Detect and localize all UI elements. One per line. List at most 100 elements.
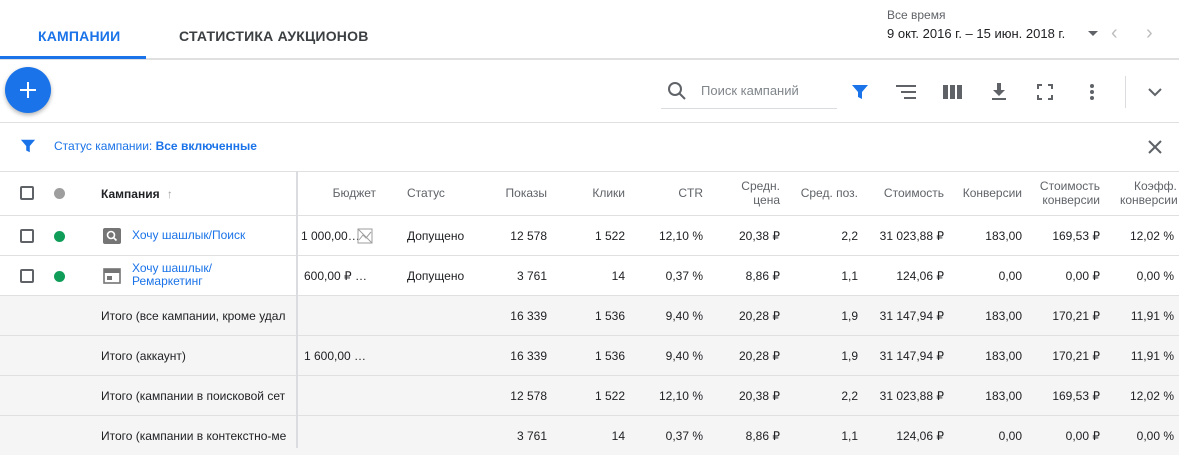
avg-cpc-value: 20,28 ₽ bbox=[739, 349, 780, 363]
ctr-value: 9,40 % bbox=[665, 349, 703, 363]
header-cost-conv-line1: Стоимость bbox=[1039, 179, 1100, 193]
cost-value: 124,06 ₽ bbox=[896, 269, 944, 283]
filter-chip[interactable]: Статус кампании: Все включенные bbox=[54, 139, 257, 153]
cost-per-conversion-value: 169,53 ₽ bbox=[1052, 229, 1100, 243]
tab-campaigns[interactable]: КАМПАНИИ bbox=[38, 28, 120, 44]
conversion-rate-value: 11,91 % bbox=[1130, 309, 1174, 323]
avg-cpc-value: 20,28 ₽ bbox=[739, 309, 780, 323]
avg-pos-value: 2,2 bbox=[841, 229, 858, 243]
fullscreen-icon[interactable] bbox=[1033, 80, 1057, 104]
clicks-value: 1 536 bbox=[594, 349, 625, 363]
impressions-value: 3 761 bbox=[516, 269, 547, 283]
cost-value: 124,06 ₽ bbox=[896, 429, 944, 443]
status-header-dot bbox=[54, 188, 65, 199]
header-cost[interactable]: Стоимость bbox=[884, 186, 944, 200]
table-header-row: Кампания ↑ Бюджет Статус Показы Клики CT… bbox=[0, 171, 1179, 216]
clicks-value: 1 522 bbox=[594, 229, 625, 243]
header-impressions[interactable]: Показы bbox=[506, 186, 547, 200]
header-conv-rate-line1: Коэфф. bbox=[1134, 179, 1177, 193]
date-range-dropdown-icon[interactable] bbox=[1088, 31, 1098, 36]
next-period-icon[interactable]: › bbox=[1146, 22, 1153, 45]
totals-row: Итого (кампании в поисковой сет 12 578 1… bbox=[0, 376, 1179, 416]
table-row[interactable]: Хочу шашлык/Поиск 1 000,00… Допущено 12 … bbox=[0, 216, 1179, 256]
totals-label: Итого (аккаунт) bbox=[101, 349, 186, 363]
avg-cpc-value: 20,38 ₽ bbox=[739, 389, 780, 403]
clicks-value: 1 522 bbox=[594, 389, 625, 403]
status-value: Допущено bbox=[407, 229, 465, 243]
campaign-name-link[interactable]: Хочу шашлык/Поиск bbox=[132, 229, 245, 242]
conversions-value: 183,00 bbox=[985, 229, 1022, 243]
avg-cpc-value: 8,86 ₽ bbox=[745, 269, 780, 283]
chevron-down-icon[interactable] bbox=[1143, 80, 1167, 104]
ctr-value: 12,10 % bbox=[658, 389, 703, 403]
row-checkbox[interactable] bbox=[20, 229, 34, 243]
header-avg-cpc[interactable]: Средн. цена bbox=[741, 179, 780, 207]
totals-row: Итого (аккаунт) 1 600,00 … 16 339 1 536 … bbox=[0, 336, 1179, 376]
search-box bbox=[661, 74, 837, 109]
budget-value[interactable]: 1 000,00… bbox=[301, 229, 360, 243]
close-icon[interactable] bbox=[1148, 140, 1162, 154]
active-tab-indicator bbox=[0, 56, 146, 59]
header-cost-conv-line2: конверсии bbox=[1042, 193, 1100, 207]
filter-value: Все включенные bbox=[155, 139, 257, 153]
clicks-value: 14 bbox=[611, 429, 625, 443]
sort-arrow-icon: ↑ bbox=[166, 187, 173, 201]
cost-value: 31 023,88 ₽ bbox=[879, 389, 944, 403]
status-enabled-dot[interactable] bbox=[54, 271, 65, 282]
search-campaign-icon bbox=[103, 228, 121, 244]
search-input[interactable] bbox=[699, 82, 837, 99]
status-enabled-dot[interactable] bbox=[54, 231, 65, 242]
cost-per-conversion-value: 170,21 ₽ bbox=[1052, 349, 1100, 363]
ctr-value: 0,37 % bbox=[665, 429, 703, 443]
conversions-value: 0,00 bbox=[998, 429, 1022, 443]
campaign-name-line2: Ремаркетинг bbox=[132, 274, 203, 288]
conversion-rate-value: 12,02 % bbox=[1129, 389, 1174, 403]
header-campaign[interactable]: Кампания ↑ bbox=[101, 187, 173, 201]
header-avg-pos[interactable]: Сред. поз. bbox=[801, 186, 858, 200]
header-status[interactable]: Статус bbox=[407, 186, 445, 200]
campaign-name-link[interactable]: Хочу шашлык/ Ремаркетинг bbox=[132, 262, 212, 288]
cost-per-conversion-value: 170,21 ₽ bbox=[1052, 309, 1100, 323]
impressions-value: 12 578 bbox=[510, 389, 547, 403]
cost-per-conversion-value: 0,00 ₽ bbox=[1065, 269, 1100, 283]
impressions-value: 16 339 bbox=[510, 309, 547, 323]
budget-value[interactable]: 600,00 ₽ … bbox=[304, 269, 367, 283]
avg-pos-value: 2,2 bbox=[841, 389, 858, 403]
more-options-icon[interactable] bbox=[1080, 80, 1104, 104]
totals-label: Итого (кампании в поисковой сет bbox=[101, 389, 286, 403]
clicks-value: 1 536 bbox=[594, 309, 625, 323]
budget-chart-icon[interactable] bbox=[357, 228, 373, 244]
search-icon bbox=[668, 82, 686, 100]
select-all-checkbox[interactable] bbox=[20, 186, 34, 200]
avg-pos-value: 1,9 bbox=[841, 309, 858, 323]
header-budget[interactable]: Бюджет bbox=[333, 186, 376, 200]
header-clicks[interactable]: Клики bbox=[592, 186, 625, 200]
ctr-value: 12,10 % bbox=[658, 229, 703, 243]
segment-icon[interactable] bbox=[894, 80, 918, 104]
conversion-rate-value: 0,00 % bbox=[1136, 269, 1174, 283]
frozen-column-divider[interactable] bbox=[296, 171, 298, 448]
plus-icon bbox=[20, 82, 36, 98]
avg-cpc-value: 20,38 ₽ bbox=[739, 229, 780, 243]
impressions-value: 16 339 bbox=[510, 349, 547, 363]
add-campaign-button[interactable] bbox=[5, 67, 51, 113]
filter-label: Статус кампании: bbox=[54, 139, 153, 153]
impressions-value: 12 578 bbox=[510, 229, 547, 243]
date-range-selector[interactable]: 9 окт. 2016 г. – 15 июн. 2018 г. bbox=[887, 26, 1065, 41]
download-icon[interactable] bbox=[987, 80, 1011, 104]
columns-icon[interactable] bbox=[941, 80, 965, 104]
tab-auction-insights[interactable]: СТАТИСТИКА АУКЦИОНОВ bbox=[179, 28, 369, 44]
row-checkbox[interactable] bbox=[20, 269, 34, 283]
header-conversions[interactable]: Конверсии bbox=[963, 186, 1022, 200]
header-avg-cpc-line2: цена bbox=[753, 193, 780, 207]
filter-icon[interactable] bbox=[848, 80, 872, 104]
header-conversion-rate[interactable]: Коэфф. конверсии bbox=[1120, 179, 1178, 207]
header-ctr[interactable]: CTR bbox=[678, 186, 703, 200]
conversions-value: 183,00 bbox=[985, 309, 1022, 323]
header-cost-per-conversion[interactable]: Стоимость конверсии bbox=[1040, 179, 1100, 207]
table-row[interactable]: Хочу шашлык/ Ремаркетинг 600,00 ₽ … Допу… bbox=[0, 256, 1179, 296]
previous-period-icon[interactable]: ‹ bbox=[1111, 22, 1118, 45]
clicks-value: 14 bbox=[611, 269, 625, 283]
totals-row: Итого (все кампании, кроме удал 16 339 1… bbox=[0, 296, 1179, 336]
header-conv-rate-line2: конверсии bbox=[1120, 193, 1178, 207]
